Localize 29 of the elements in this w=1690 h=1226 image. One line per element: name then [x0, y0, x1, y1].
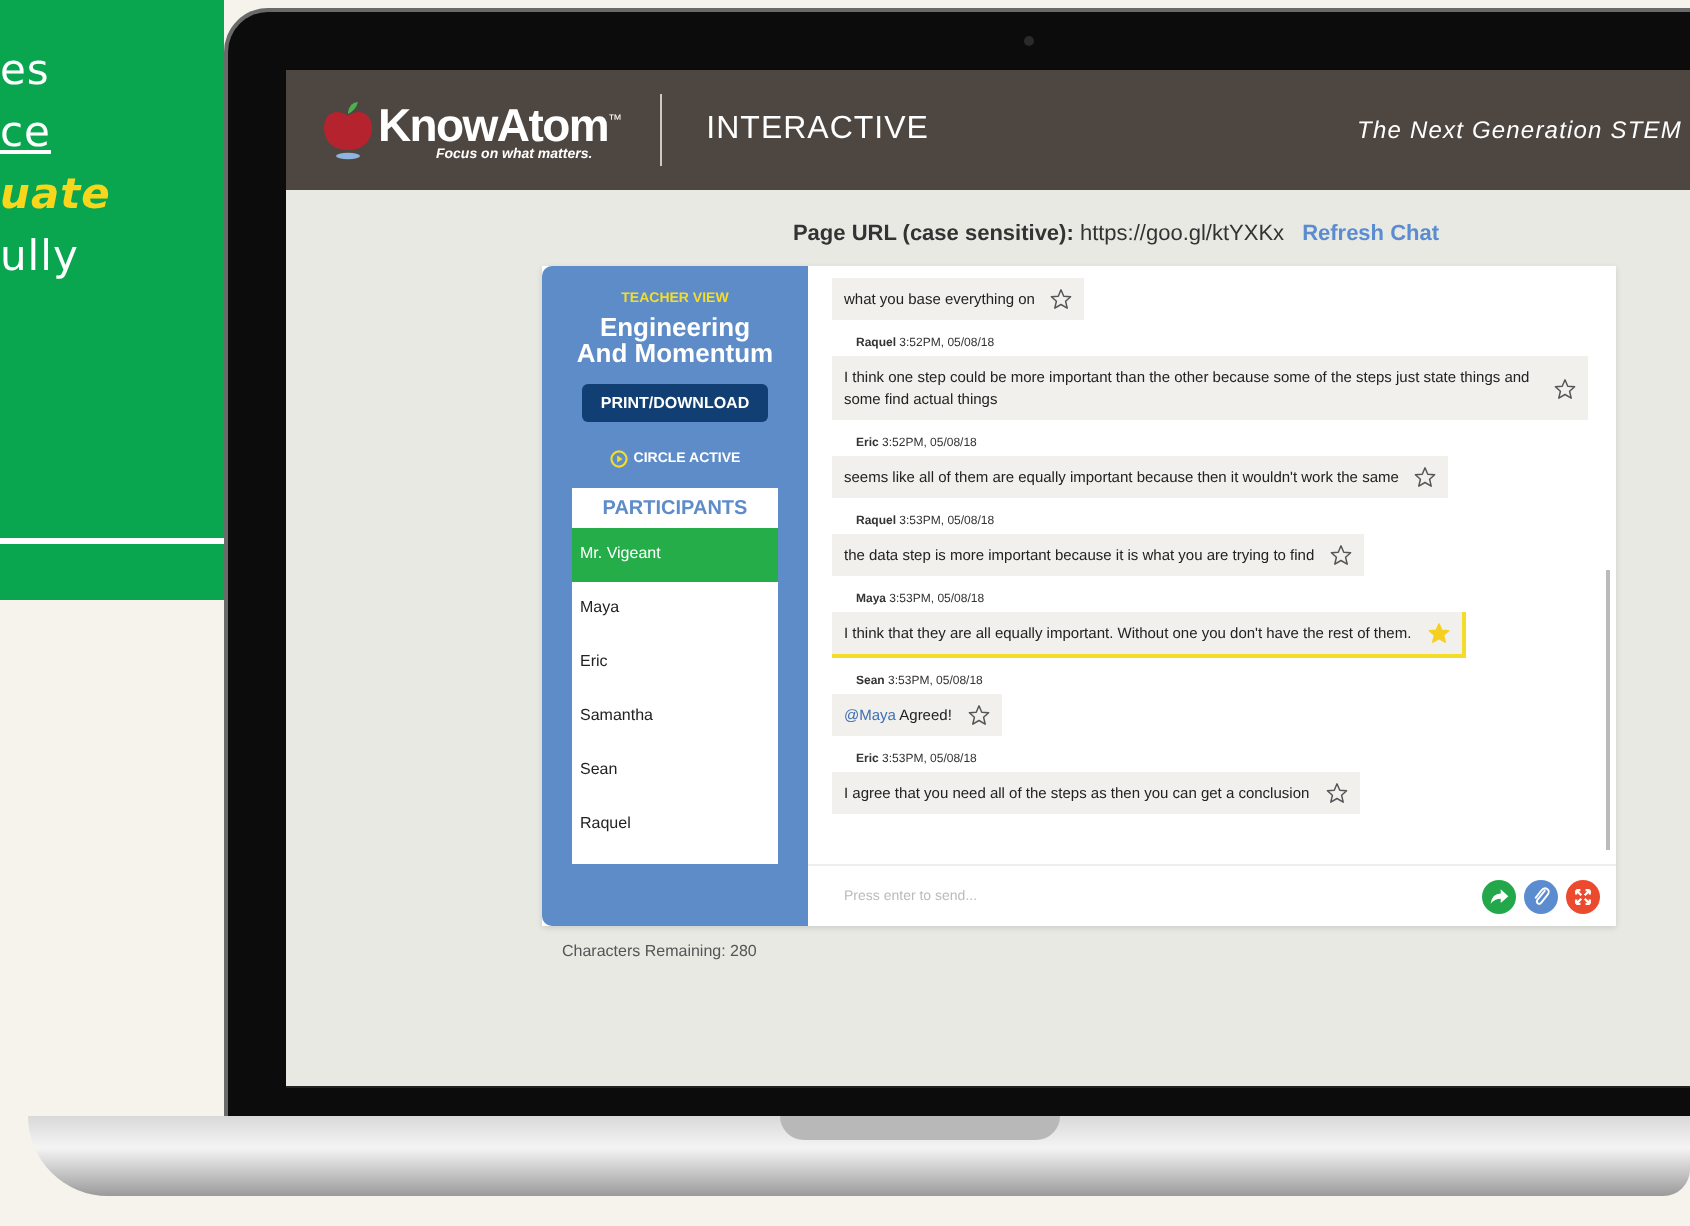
star-icon[interactable]	[1050, 288, 1073, 310]
characters-remaining: Characters Remaining: 280	[562, 942, 757, 960]
promo-text: ce	[0, 106, 51, 160]
promo-text: uate	[0, 168, 111, 222]
participant-item[interactable]: Sean	[572, 744, 778, 798]
section-title: INTERACTIVE	[706, 112, 929, 148]
webcam-dot	[1023, 36, 1033, 46]
paperclip-icon[interactable]	[1524, 879, 1558, 913]
header-tagline: The Next Generation STEM	[1357, 116, 1682, 144]
logo-wordmark: KnowAtom$^{™}$	[378, 97, 621, 149]
apple-icon	[322, 100, 374, 160]
star-icon[interactable]	[1554, 377, 1576, 399]
expand-icon[interactable]	[1566, 879, 1600, 913]
star-icon[interactable]	[1414, 466, 1437, 488]
star-icon[interactable]	[967, 704, 990, 726]
play-circle-icon	[609, 450, 628, 468]
star-icon[interactable]	[1325, 782, 1348, 804]
page-url: Page URL (case sensitive): https://goo.gl/ktYXKx	[792, 222, 1285, 246]
lesson-title: Engineering And Momentum	[575, 314, 775, 366]
participant-item[interactable]: Eric	[572, 636, 778, 690]
participants-heading: PARTICIPANTS	[600, 496, 750, 524]
print-download-button[interactable]: PRINT/DOWNLOAD	[582, 384, 768, 422]
scrollbar[interactable]	[1606, 570, 1610, 850]
promo-text: ully	[0, 230, 79, 284]
participant-item[interactable]: Samantha	[572, 690, 778, 744]
promo-text: es	[0, 44, 50, 98]
participant-item[interactable]: Raquel	[572, 798, 778, 852]
participant-item[interactable]: Maya	[572, 582, 778, 636]
star-icon[interactable]	[1330, 544, 1353, 566]
